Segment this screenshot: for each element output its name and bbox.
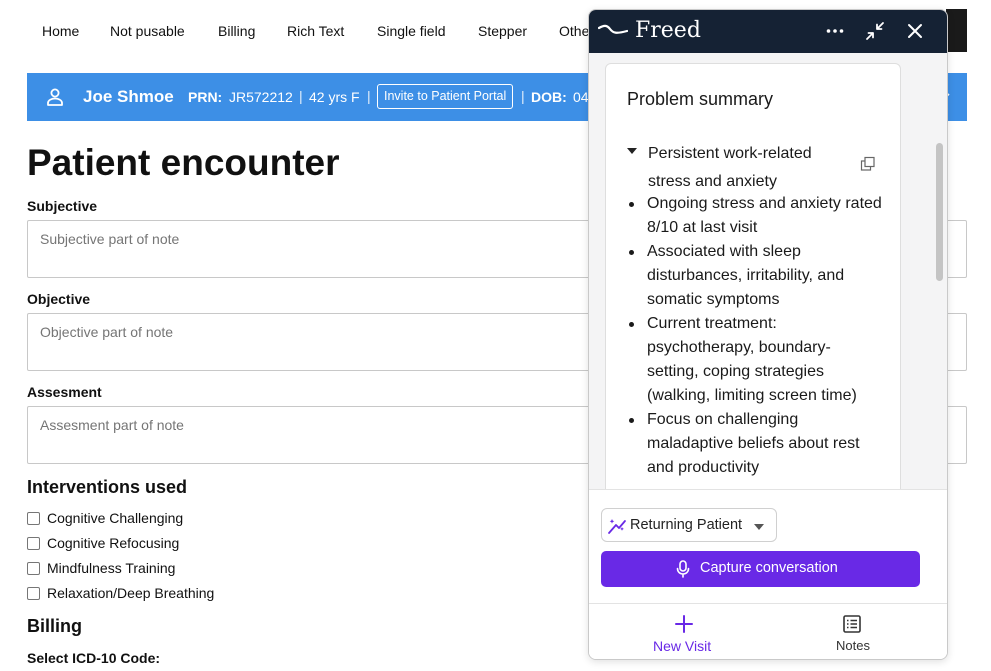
checkbox-label[interactable]: Cognitive Refocusing xyxy=(47,535,179,551)
list-item: Current treatment: psychotherapy, bounda… xyxy=(626,312,882,408)
nav-item-home[interactable]: Home xyxy=(42,23,79,39)
freed-controls: Returning Patient Capture conversation xyxy=(589,489,947,603)
list-item: Ongoing stress and anxiety rated 8/10 at… xyxy=(626,192,882,240)
nav-item-rich-text[interactable]: Rich Text xyxy=(287,23,344,39)
plus-icon xyxy=(675,615,693,633)
summary-title: Problem summary xyxy=(627,89,774,109)
problem-bullet-list: Ongoing stress and anxiety rated 8/10 at… xyxy=(626,192,882,480)
icd-code-label: Select ICD-10 Code: xyxy=(27,650,161,666)
checkbox[interactable] xyxy=(27,562,40,575)
invite-to-portal-button[interactable]: Invite to Patient Portal xyxy=(377,84,514,109)
person-icon xyxy=(47,88,63,106)
checkbox[interactable] xyxy=(27,512,40,525)
checkbox-label[interactable]: Relaxation/Deep Breathing xyxy=(47,585,214,601)
prn-value: JR572212 xyxy=(229,89,293,105)
page-title: Patient encounter xyxy=(27,142,340,183)
dob-value: 04 xyxy=(573,89,589,105)
checkbox-label[interactable]: Mindfulness Training xyxy=(47,560,175,576)
nav-item-billing[interactable]: Billing xyxy=(218,23,255,39)
copy-icon[interactable] xyxy=(860,156,876,172)
banner-separator: | xyxy=(299,88,303,104)
chevron-down-icon xyxy=(754,524,764,530)
notes-button[interactable]: Notes xyxy=(809,604,899,659)
interventions-heading: Interventions used xyxy=(27,477,188,497)
objective-label: Objective xyxy=(27,291,91,307)
new-visit-button[interactable]: New Visit xyxy=(629,604,739,659)
problem-summary-card: Problem summary Persistent work-related … xyxy=(605,63,901,543)
nav-item-single-field[interactable]: Single field xyxy=(377,23,446,39)
checkbox[interactable] xyxy=(27,587,40,600)
microphone-icon xyxy=(676,560,690,578)
prn-label: PRN: xyxy=(188,89,223,105)
scrollbar-thumb[interactable] xyxy=(936,143,943,281)
freed-panel: Freed Problem summary Persistent work-re… xyxy=(588,9,948,660)
list-item: Associated with sleep disturbances, irri… xyxy=(626,240,882,312)
freed-brand: Freed xyxy=(635,18,701,43)
dob-label: DOB: xyxy=(531,89,567,105)
caret-down-icon[interactable] xyxy=(627,148,637,154)
banner-separator: | xyxy=(367,88,371,104)
minimize-icon[interactable] xyxy=(865,21,885,41)
capture-conversation-button[interactable]: Capture conversation xyxy=(601,551,920,587)
visit-type-select[interactable]: Returning Patient xyxy=(601,508,777,542)
visit-type-value: Returning Patient xyxy=(630,517,743,533)
freed-content-area[interactable]: Problem summary Persistent work-related … xyxy=(589,53,947,543)
checkbox[interactable] xyxy=(27,537,40,550)
close-icon[interactable] xyxy=(905,21,925,41)
freed-footer: New Visit Notes xyxy=(589,603,947,659)
nav-dark-button-edge[interactable] xyxy=(946,9,967,52)
list-item: Focus on challenging maladaptive beliefs… xyxy=(626,408,882,480)
subjective-label: Subjective xyxy=(27,198,98,214)
notes-icon xyxy=(843,615,861,633)
freed-logo-icon xyxy=(598,24,628,34)
more-options-icon[interactable] xyxy=(825,21,845,41)
capture-conversation-label: Capture conversation xyxy=(700,560,838,576)
problem-title[interactable]: Persistent work-related stress and anxie… xyxy=(648,140,848,196)
notes-label: Notes xyxy=(836,638,870,653)
checkbox-label[interactable]: Cognitive Challenging xyxy=(47,510,183,526)
nav-item-other[interactable]: Othe xyxy=(559,23,589,39)
patient-age-sex: 42 yrs F xyxy=(309,89,360,105)
assessment-label: Assesment xyxy=(27,384,102,400)
nav-item-stepper[interactable]: Stepper xyxy=(478,23,527,39)
patient-name: Joe Shmoe xyxy=(83,87,174,106)
new-visit-label: New Visit xyxy=(653,638,712,654)
nav-item-not-pusable[interactable]: Not pusable xyxy=(110,23,185,39)
magic-wand-icon xyxy=(608,519,626,534)
billing-heading: Billing xyxy=(27,616,82,636)
banner-separator: | xyxy=(521,88,525,104)
freed-header: Freed xyxy=(589,10,947,53)
